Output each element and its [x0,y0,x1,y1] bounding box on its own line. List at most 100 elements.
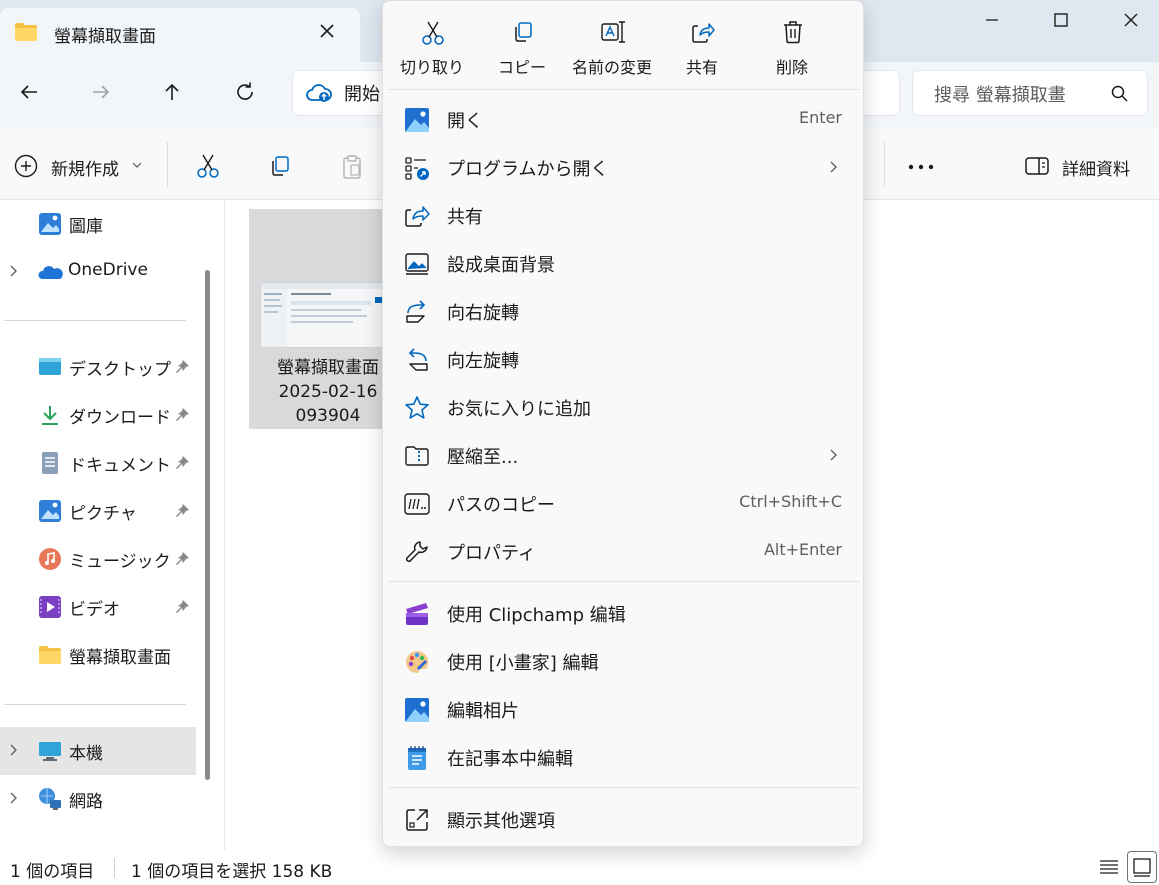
menu-item-label: プログラムから開く [447,159,609,180]
forward-button[interactable] [81,72,121,112]
details-view-icon[interactable] [1099,858,1119,876]
menu-item-label: プロパティ [447,543,536,564]
menu-item-show-more-options[interactable]: 顯示其他選項 [388,795,860,843]
menu-item-rotate-left[interactable]: 向左旋轉 [388,335,860,383]
menu-item-label: 向左旋轉 [447,351,519,372]
back-button[interactable] [9,72,49,112]
sidebar-item-network[interactable]: 網路 [0,775,196,823]
sidebar-item-downloads[interactable]: ダウンロード [0,391,196,439]
status-separator [114,858,115,878]
details-pane-icon[interactable] [1025,156,1049,176]
chevron-right-icon[interactable] [8,743,18,757]
sidebar-item-label: 本機 [69,744,103,764]
paste-icon[interactable] [340,154,364,180]
rename-icon [601,20,625,44]
pin-icon [174,599,190,615]
menu-item-paint[interactable]: 使用 [小畫家] 編輯 [388,637,860,685]
menu-item-share[interactable]: 共有 [388,191,860,239]
documents-icon [38,451,62,475]
menu-item-shortcut: Ctrl+Shift+C [739,492,842,511]
menu-copy-button[interactable]: コピー [477,0,567,88]
menu-item-label: お気に入りに追加 [447,399,591,420]
menu-item-clipchamp[interactable]: 使用 Clipchamp 编辑 [388,589,860,637]
menu-item-label: 使用 [小畫家] 編輯 [447,653,599,674]
chevron-down-icon[interactable] [132,161,142,169]
chevron-right-icon[interactable] [8,791,18,805]
menu-item-open-with[interactable]: プログラムから開く [388,143,860,191]
large-icons-view-icon[interactable] [1127,851,1157,883]
cloud-upload-icon [306,82,332,104]
sidebar-item-label: ダウンロード [69,408,171,428]
open-with-icon [404,155,430,181]
menu-item-edit-photo[interactable]: 編輯相片 [388,685,860,733]
search-icon[interactable] [1110,84,1130,104]
sidebar-item-this-pc[interactable]: 本機 [0,727,196,775]
sidebar-item-pictures[interactable]: ピクチャ [0,487,196,535]
sidebar-item-label: ビデオ [69,600,120,620]
back-arrow-icon [20,85,37,99]
notepad-icon [404,745,430,771]
cut-icon[interactable] [196,153,220,179]
refresh-icon [237,82,253,100]
minimize-button[interactable] [957,0,1027,40]
menu-item-open[interactable]: 開く Enter [388,95,860,143]
folder-icon [38,643,62,667]
menu-rename-button[interactable]: 名前の変更 [567,0,657,88]
refresh-button[interactable] [225,72,265,112]
pictures-icon [38,499,62,523]
sidebar-item-videos[interactable]: ビデオ [0,583,196,631]
menu-item-label: 編輯相片 [447,701,519,722]
maximize-button[interactable] [1026,0,1096,40]
paint-icon [404,649,430,675]
sidebar-item-label: ミュージック [69,552,171,572]
menu-action-label: コピー [497,58,546,77]
sidebar-item-desktop[interactable]: デスクトップ [0,343,196,391]
details-button[interactable]: 詳細資料 [1062,155,1130,180]
menu-item-add-favorites[interactable]: お気に入りに追加 [388,383,860,431]
sidebar-scrollbar[interactable] [205,270,210,780]
menu-item-rotate-right[interactable]: 向右旋轉 [388,287,860,335]
menu-item-label: 共有 [447,207,483,228]
menu-item-copy-path[interactable]: パスのコピー Ctrl+Shift+C [388,479,860,527]
menu-delete-button[interactable]: 削除 [747,0,837,88]
forward-arrow-icon [93,85,110,99]
menu-item-label: 使用 Clipchamp 编辑 [447,605,626,626]
copy-path-icon [404,491,430,517]
sidebar-item-screenshots[interactable]: 螢幕擷取畫面 [0,631,196,679]
file-thumbnail[interactable] [260,282,383,348]
close-button[interactable] [1096,0,1159,40]
gallery-icon [38,212,62,236]
menu-item-label: 開く [447,111,483,132]
tab-close-icon[interactable] [316,20,338,42]
menu-item-set-wallpaper[interactable]: 設成桌面背景 [388,239,860,287]
new-plus-icon[interactable] [14,154,38,178]
new-button[interactable]: 新規作成 [51,155,119,180]
up-button[interactable] [152,72,192,112]
menu-action-label: 削除 [775,58,808,77]
menu-action-label: 共有 [685,58,718,77]
pin-icon [174,359,190,375]
menu-separator [388,787,860,788]
menu-cut-button[interactable]: 切り取り [387,0,477,88]
menu-separator [388,581,860,582]
sidebar-item-music[interactable]: ミュージック [0,535,196,583]
chevron-right-icon[interactable] [8,264,18,278]
network-icon [38,787,62,811]
address-text: 開始 [344,84,380,105]
share-icon [404,203,430,229]
menu-item-compress[interactable]: 壓縮至... [388,431,860,479]
address-bar-end[interactable] [864,70,900,116]
menu-share-button[interactable]: 共有 [657,0,747,88]
copy-icon[interactable] [268,154,292,178]
sidebar-item-label: OneDrive [68,260,148,280]
search-input[interactable]: 搜尋 螢幕擷取畫 [934,81,1066,107]
menu-item-notepad[interactable]: 在記事本中編輯 [388,733,860,781]
menu-action-label: 名前の変更 [571,58,652,77]
sidebar-item-gallery[interactable]: 圖庫 [0,200,196,248]
folder-icon [14,22,38,42]
sidebar-item-documents[interactable]: ドキュメント [0,439,196,487]
menu-item-label: 向右旋轉 [447,303,519,324]
more-icon[interactable] [907,164,935,170]
menu-item-properties[interactable]: プロパティ Alt+Enter [388,527,860,575]
sidebar-item-onedrive[interactable]: OneDrive [0,248,196,296]
